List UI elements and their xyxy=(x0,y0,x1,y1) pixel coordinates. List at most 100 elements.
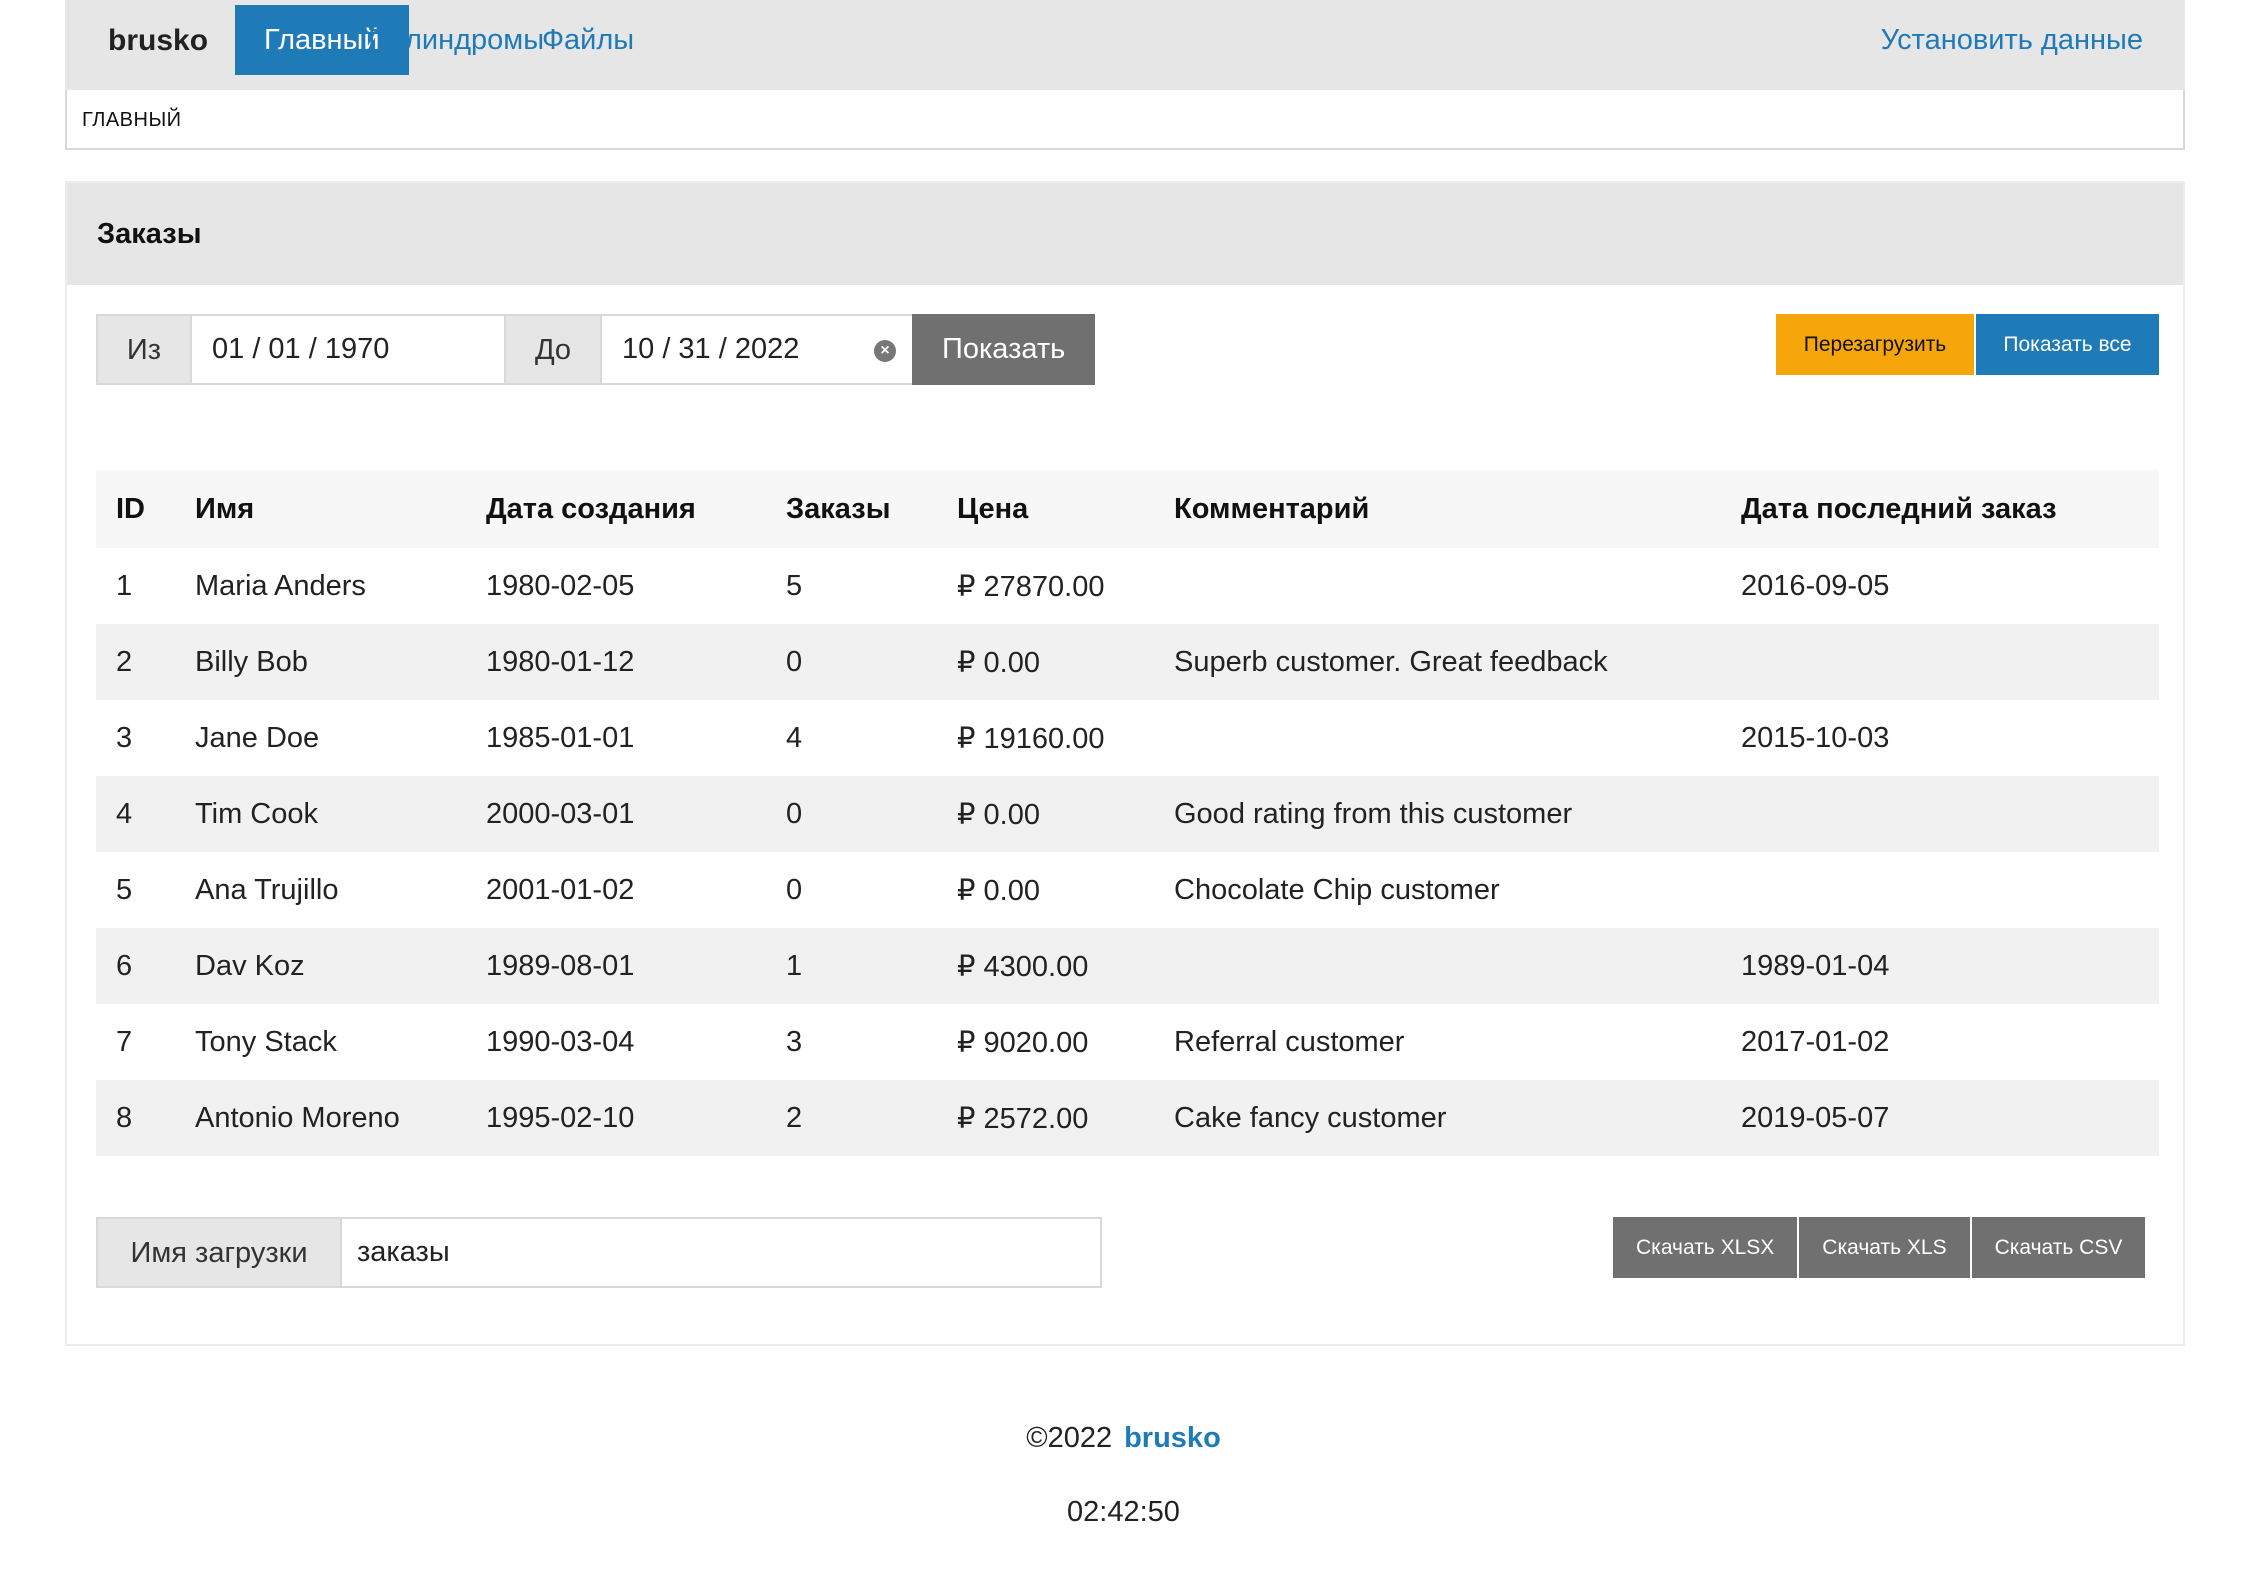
panel-header: Заказы xyxy=(67,183,2183,285)
table-row[interactable]: 3 Jane Doe 1985-01-01 4 ₽ 19160.00 2015-… xyxy=(96,700,2159,776)
table-cell: 1989-08-01 xyxy=(466,928,766,1004)
table-cell: 7 xyxy=(96,1004,175,1080)
to-date-input[interactable]: 10 / 31 / 2022 × xyxy=(602,314,912,385)
table-cell: 1989-01-04 xyxy=(1721,928,2159,1004)
table-cell: 1 xyxy=(96,548,175,624)
nav-link-files[interactable]: Файлы xyxy=(513,5,663,75)
table-cell: 0 xyxy=(766,776,937,852)
to-date-value: 10 / 31 / 2022 xyxy=(622,333,800,365)
table-cell: Chocolate Chip customer xyxy=(1154,852,1721,928)
table-cell: 2000-03-01 xyxy=(466,776,766,852)
table-cell: 4 xyxy=(96,776,175,852)
show-all-button[interactable]: Показать все xyxy=(1976,314,2159,375)
table-row[interactable]: 7 Tony Stack 1990-03-04 3 ₽ 9020.00 Refe… xyxy=(96,1004,2159,1080)
table-row[interactable]: 4 Tim Cook 2000-03-01 0 ₽ 0.00 Good rati… xyxy=(96,776,2159,852)
table-cell: ₽ 0.00 xyxy=(937,624,1154,700)
column-header[interactable]: ID xyxy=(96,470,175,548)
table-cell: Tim Cook xyxy=(175,776,466,852)
table-cell xyxy=(1154,928,1721,1004)
table-cell: Good rating from this customer xyxy=(1154,776,1721,852)
table-cell: 1980-01-12 xyxy=(466,624,766,700)
table-cell: Cake fancy customer xyxy=(1154,1080,1721,1156)
download-xlsx-button[interactable]: Скачать XLSX xyxy=(1613,1217,1800,1278)
table-cell: 2001-01-02 xyxy=(466,852,766,928)
from-date-input[interactable]: 01 / 01 / 1970 xyxy=(192,314,504,385)
table-cell: Jane Doe xyxy=(175,700,466,776)
table-cell: Superb customer. Great feedback xyxy=(1154,624,1721,700)
column-header[interactable]: Заказы xyxy=(766,470,937,548)
table-cell: Maria Anders xyxy=(175,548,466,624)
table-cell: 0 xyxy=(766,852,937,928)
table-cell xyxy=(1154,548,1721,624)
table-cell: 1 xyxy=(766,928,937,1004)
table-cell: ₽ 19160.00 xyxy=(937,700,1154,776)
table-cell xyxy=(1721,624,2159,700)
clear-icon[interactable]: × xyxy=(874,340,896,362)
table-cell: 1985-01-01 xyxy=(466,700,766,776)
table-cell: 0 xyxy=(766,624,937,700)
orders-table: ID Имя Дата создания Заказы Цена Коммент… xyxy=(96,470,2159,1156)
table-row[interactable]: 8 Antonio Moreno 1995-02-10 2 ₽ 2572.00 … xyxy=(96,1080,2159,1156)
to-label: До xyxy=(504,314,602,385)
table-row[interactable]: 2 Billy Bob 1980-01-12 0 ₽ 0.00 Superb c… xyxy=(96,624,2159,700)
table-cell: ₽ 4300.00 xyxy=(937,928,1154,1004)
table-cell: 2017-01-02 xyxy=(1721,1004,2159,1080)
table-cell: 3 xyxy=(766,1004,937,1080)
table-cell: 3 xyxy=(96,700,175,776)
footer: ©2022 brusko xyxy=(0,1422,2247,1455)
column-header[interactable]: Дата создания xyxy=(466,470,766,548)
table-cell: ₽ 27870.00 xyxy=(937,548,1154,624)
table-cell: Ana Trujillo xyxy=(175,852,466,928)
from-label: Из xyxy=(96,314,192,385)
table-cell: Tony Stack xyxy=(175,1004,466,1080)
panel-title: Заказы xyxy=(97,218,202,250)
table-row[interactable]: 6 Dav Koz 1989-08-01 1 ₽ 4300.00 1989-01… xyxy=(96,928,2159,1004)
table-cell: ₽ 2572.00 xyxy=(937,1080,1154,1156)
download-name-input[interactable]: заказы xyxy=(342,1217,1102,1288)
table-row[interactable]: 1 Maria Anders 1980-02-05 5 ₽ 27870.00 2… xyxy=(96,548,2159,624)
column-header[interactable]: Комментарий xyxy=(1154,470,1721,548)
table-row[interactable]: 5 Ana Trujillo 2001-01-02 0 ₽ 0.00 Choco… xyxy=(96,852,2159,928)
table-cell: 1980-02-05 xyxy=(466,548,766,624)
table-cell: 5 xyxy=(766,548,937,624)
date-filter: Из 01 / 01 / 1970 До 10 / 31 / 2022 × По… xyxy=(96,314,1096,385)
download-csv-button[interactable]: Скачать CSV xyxy=(1971,1217,2146,1278)
reload-button[interactable]: Перезагрузить xyxy=(1776,314,1974,375)
orders-panel: Заказы Из 01 / 01 / 1970 До 10 / 31 / 20… xyxy=(65,181,2185,1346)
table-cell xyxy=(1154,700,1721,776)
table-cell: Referral customer xyxy=(1154,1004,1721,1080)
clock: 02:42:50 xyxy=(1067,1496,1180,1528)
breadcrumb: ГЛАВНЫЙ xyxy=(65,90,2185,150)
column-header[interactable]: Дата последний заказ xyxy=(1721,470,2159,548)
table-cell: 1995-02-10 xyxy=(466,1080,766,1156)
download-buttons: Скачать XLSX Скачать XLS Скачать CSV xyxy=(1613,1217,2146,1278)
column-header[interactable]: Цена xyxy=(937,470,1154,548)
table-cell: Dav Koz xyxy=(175,928,466,1004)
table-cell: Billy Bob xyxy=(175,624,466,700)
table-cell: ₽ 0.00 xyxy=(937,776,1154,852)
table-cell: 2019-05-07 xyxy=(1721,1080,2159,1156)
table-cell xyxy=(1721,852,2159,928)
nav-link-set-data[interactable]: Установить данные xyxy=(1881,5,2143,75)
table-cell: 1990-03-04 xyxy=(466,1004,766,1080)
footer-brand-link[interactable]: brusko xyxy=(1124,1422,1221,1454)
table-cell xyxy=(1721,776,2159,852)
download-xls-button[interactable]: Скачать XLS xyxy=(1799,1217,1972,1278)
show-button[interactable]: Показать xyxy=(912,314,1096,385)
table-cell: 2 xyxy=(766,1080,937,1156)
top-navbar: brusko Главный Палиндромы Файлы Установи… xyxy=(65,0,2185,90)
table-cell: 8 xyxy=(96,1080,175,1156)
column-header[interactable]: Имя xyxy=(175,470,466,548)
table-cell: 6 xyxy=(96,928,175,1004)
navbar-brand[interactable]: brusko xyxy=(108,0,208,90)
download-name-group: Имя загрузки заказы xyxy=(96,1217,1102,1288)
table-cell: 4 xyxy=(766,700,937,776)
download-name-label: Имя загрузки xyxy=(96,1217,342,1288)
table-cell: 2016-09-05 xyxy=(1721,548,2159,624)
table-cell: Antonio Moreno xyxy=(175,1080,466,1156)
copyright-text: ©2022 xyxy=(1026,1422,1113,1454)
table-cell: 2 xyxy=(96,624,175,700)
table-cell: 5 xyxy=(96,852,175,928)
table-cell: 2015-10-03 xyxy=(1721,700,2159,776)
table-header-row: ID Имя Дата создания Заказы Цена Коммент… xyxy=(96,470,2159,548)
